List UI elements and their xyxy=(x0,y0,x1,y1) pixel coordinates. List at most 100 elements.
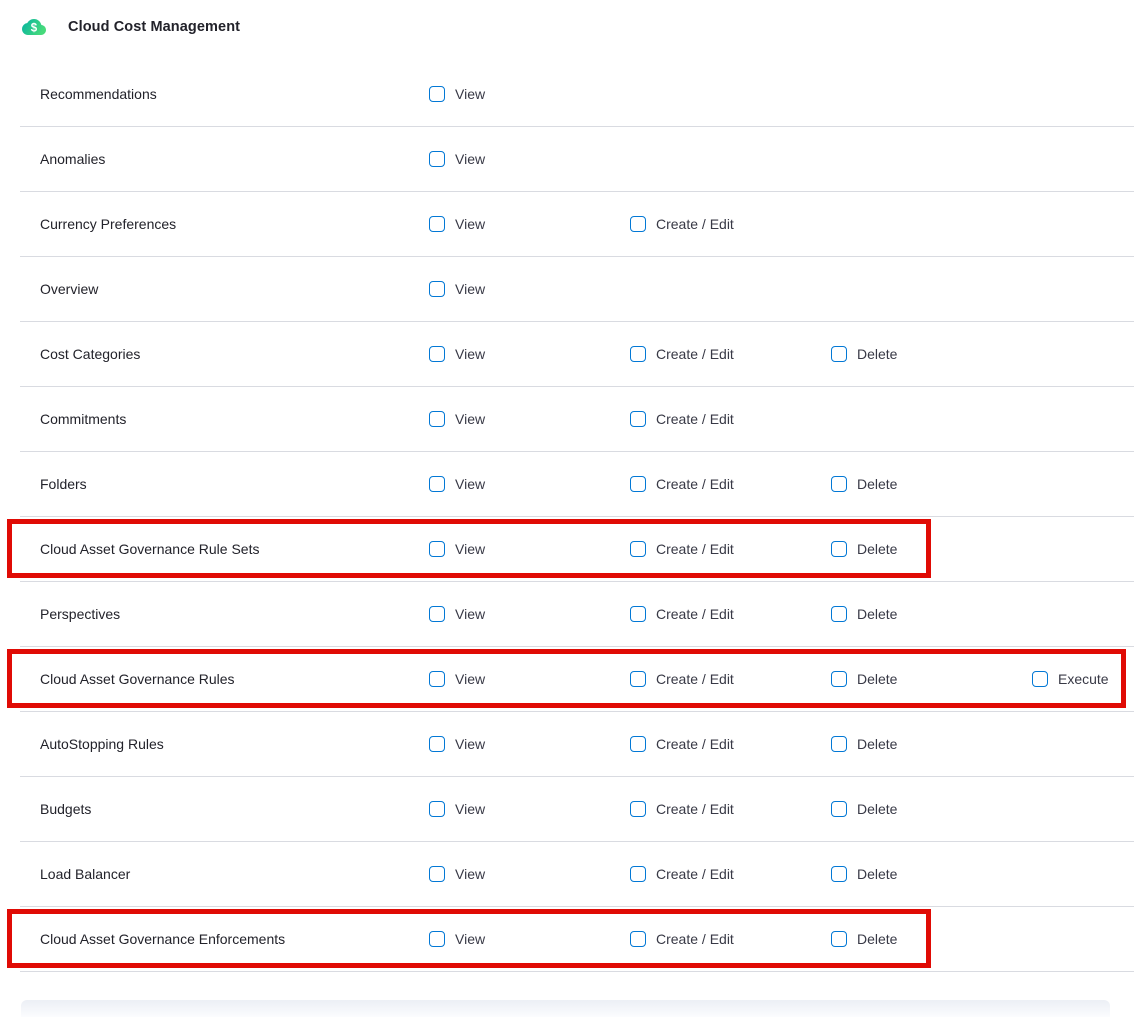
permission-cell: View xyxy=(429,671,630,687)
view-checkbox-label[interactable]: View xyxy=(455,866,485,882)
permission-cell: View xyxy=(429,476,630,492)
create-edit-checkbox[interactable] xyxy=(630,801,646,817)
view-checkbox-label[interactable]: View xyxy=(455,281,485,297)
permission-cell: Create / Edit xyxy=(630,346,831,362)
permission-cell: View xyxy=(429,346,630,362)
view-checkbox-label[interactable]: View xyxy=(455,476,485,492)
view-checkbox[interactable] xyxy=(429,411,445,427)
table-row: Load Balancer ViewCreate / EditDelete xyxy=(20,842,1134,907)
table-row: Anomalies View xyxy=(20,127,1134,192)
create-edit-checkbox[interactable] xyxy=(630,476,646,492)
view-checkbox-label[interactable]: View xyxy=(455,801,485,817)
resource-label: Cost Categories xyxy=(40,346,429,362)
create-edit-checkbox[interactable] xyxy=(630,671,646,687)
view-checkbox-label[interactable]: View xyxy=(455,931,485,947)
create-edit-checkbox[interactable] xyxy=(630,541,646,557)
view-checkbox-label[interactable]: View xyxy=(455,736,485,752)
permission-cell: Execute xyxy=(1032,671,1134,687)
create-edit-checkbox-label[interactable]: Create / Edit xyxy=(656,346,734,362)
view-checkbox-label[interactable]: View xyxy=(455,86,485,102)
view-checkbox[interactable] xyxy=(429,736,445,752)
permission-cell: Create / Edit xyxy=(630,216,831,232)
delete-checkbox-label[interactable]: Delete xyxy=(857,866,897,882)
table-row: Cloud Asset Governance Rule Sets ViewCre… xyxy=(20,517,1134,582)
view-checkbox-label[interactable]: View xyxy=(455,411,485,427)
permission-cell: Delete xyxy=(831,671,1032,687)
create-edit-checkbox-label[interactable]: Create / Edit xyxy=(656,931,734,947)
permission-cell: View xyxy=(429,606,630,622)
view-checkbox-label[interactable]: View xyxy=(455,216,485,232)
delete-checkbox-label[interactable]: Delete xyxy=(857,671,897,687)
create-edit-checkbox-label[interactable]: Create / Edit xyxy=(656,606,734,622)
delete-checkbox[interactable] xyxy=(831,931,847,947)
delete-checkbox-label[interactable]: Delete xyxy=(857,476,897,492)
create-edit-checkbox[interactable] xyxy=(630,411,646,427)
permission-cell: Create / Edit xyxy=(630,736,831,752)
delete-checkbox[interactable] xyxy=(831,866,847,882)
delete-checkbox[interactable] xyxy=(831,541,847,557)
permission-rows: Recommendations View Anomalies View Curr… xyxy=(0,62,1134,972)
view-checkbox[interactable] xyxy=(429,931,445,947)
delete-checkbox-label[interactable]: Delete xyxy=(857,606,897,622)
view-checkbox-label[interactable]: View xyxy=(455,346,485,362)
view-checkbox[interactable] xyxy=(429,866,445,882)
view-checkbox[interactable] xyxy=(429,541,445,557)
view-checkbox-label[interactable]: View xyxy=(455,671,485,687)
create-edit-checkbox[interactable] xyxy=(630,606,646,622)
table-row: Commitments ViewCreate / Edit xyxy=(20,387,1134,452)
view-checkbox[interactable] xyxy=(429,151,445,167)
permission-cell: Delete xyxy=(831,931,1032,947)
delete-checkbox[interactable] xyxy=(831,346,847,362)
permission-cell: Create / Edit xyxy=(630,671,831,687)
create-edit-checkbox-label[interactable]: Create / Edit xyxy=(656,411,734,427)
delete-checkbox-label[interactable]: Delete xyxy=(857,801,897,817)
resource-label: AutoStopping Rules xyxy=(40,736,429,752)
delete-checkbox-label[interactable]: Delete xyxy=(857,346,897,362)
view-checkbox[interactable] xyxy=(429,216,445,232)
view-checkbox-label[interactable]: View xyxy=(455,151,485,167)
create-edit-checkbox-label[interactable]: Create / Edit xyxy=(656,216,734,232)
delete-checkbox[interactable] xyxy=(831,736,847,752)
resource-label: Cloud Asset Governance Rules xyxy=(40,671,429,687)
view-checkbox[interactable] xyxy=(429,86,445,102)
create-edit-checkbox[interactable] xyxy=(630,931,646,947)
permission-cell: Delete xyxy=(831,736,1032,752)
delete-checkbox-label[interactable]: Delete xyxy=(857,736,897,752)
permission-cell: Delete xyxy=(831,476,1032,492)
execute-checkbox-label[interactable]: Execute xyxy=(1058,671,1109,687)
permission-cell: View xyxy=(429,151,630,167)
table-row: Overview View xyxy=(20,257,1134,322)
page-title: Cloud Cost Management xyxy=(68,19,240,35)
view-checkbox[interactable] xyxy=(429,476,445,492)
delete-checkbox[interactable] xyxy=(831,606,847,622)
view-checkbox-label[interactable]: View xyxy=(455,606,485,622)
execute-checkbox[interactable] xyxy=(1032,671,1048,687)
delete-checkbox-label[interactable]: Delete xyxy=(857,541,897,557)
delete-checkbox-label[interactable]: Delete xyxy=(857,931,897,947)
create-edit-checkbox-label[interactable]: Create / Edit xyxy=(656,671,734,687)
create-edit-checkbox-label[interactable]: Create / Edit xyxy=(656,801,734,817)
delete-checkbox[interactable] xyxy=(831,476,847,492)
create-edit-checkbox[interactable] xyxy=(630,346,646,362)
create-edit-checkbox[interactable] xyxy=(630,866,646,882)
view-checkbox[interactable] xyxy=(429,801,445,817)
permission-cell: Delete xyxy=(831,346,1032,362)
permission-cell: View xyxy=(429,86,630,102)
create-edit-checkbox-label[interactable]: Create / Edit xyxy=(656,541,734,557)
create-edit-checkbox-label[interactable]: Create / Edit xyxy=(656,736,734,752)
svg-text:$: $ xyxy=(31,23,38,35)
create-edit-checkbox-label[interactable]: Create / Edit xyxy=(656,476,734,492)
delete-checkbox[interactable] xyxy=(831,801,847,817)
table-row: Recommendations View xyxy=(20,62,1134,127)
delete-checkbox[interactable] xyxy=(831,671,847,687)
view-checkbox[interactable] xyxy=(429,281,445,297)
permission-cell: View xyxy=(429,216,630,232)
view-checkbox[interactable] xyxy=(429,346,445,362)
view-checkbox[interactable] xyxy=(429,671,445,687)
view-checkbox[interactable] xyxy=(429,606,445,622)
table-row: AutoStopping Rules View Create / Edit Dele… xyxy=(20,712,1134,777)
create-edit-checkbox[interactable] xyxy=(630,216,646,232)
create-edit-checkbox-label[interactable]: Create / Edit xyxy=(656,866,734,882)
create-edit-checkbox[interactable] xyxy=(630,736,646,752)
view-checkbox-label[interactable]: View xyxy=(455,541,485,557)
